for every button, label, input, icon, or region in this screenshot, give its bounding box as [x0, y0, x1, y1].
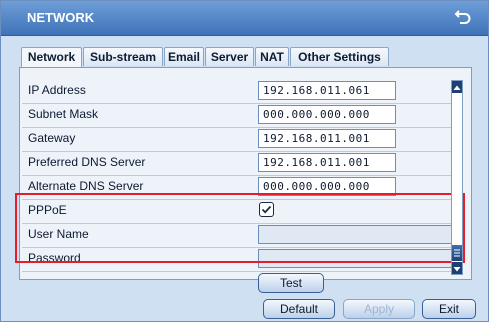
- tab-nat[interactable]: NAT: [255, 47, 289, 66]
- test-button[interactable]: Test: [258, 273, 324, 293]
- test-row: Test: [22, 271, 455, 295]
- tab-email[interactable]: Email: [164, 47, 204, 66]
- pppoe-highlight-box: [15, 193, 465, 263]
- preferred-dns-label: Preferred DNS Server: [28, 155, 146, 169]
- exit-button[interactable]: Exit: [422, 299, 476, 319]
- apply-button[interactable]: Apply: [343, 299, 415, 319]
- ip-address-label: IP Address: [28, 83, 86, 97]
- back-arrow-icon[interactable]: [454, 8, 472, 26]
- window-title: NETWORK: [27, 10, 95, 25]
- scroll-up-button[interactable]: [452, 81, 462, 93]
- scroll-thumb[interactable]: [452, 245, 462, 261]
- arrow-up-icon: [453, 85, 461, 90]
- subnet-mask-field[interactable]: 000.000.000.000: [258, 105, 396, 124]
- alternate-dns-label: Alternate DNS Server: [28, 179, 144, 193]
- title-bar: NETWORK: [1, 1, 488, 36]
- gateway-row: Gateway 192.168.011.001: [22, 127, 455, 152]
- subnet-mask-row: Subnet Mask 000.000.000.000: [22, 103, 455, 128]
- preferred-dns-field[interactable]: 192.168.011.001: [258, 153, 396, 172]
- tab-server[interactable]: Server: [205, 47, 254, 66]
- scroll-down-button[interactable]: [452, 262, 462, 274]
- tab-other-settings[interactable]: Other Settings: [290, 47, 389, 66]
- ip-address-row: IP Address 192.168.011.061: [22, 79, 455, 104]
- tab-network[interactable]: Network: [21, 47, 82, 68]
- arrow-down-icon: [453, 267, 461, 272]
- grip-icon: [454, 249, 460, 257]
- gateway-label: Gateway: [28, 131, 76, 145]
- preferred-dns-row: Preferred DNS Server 192.168.011.001: [22, 151, 455, 176]
- default-button[interactable]: Default: [263, 299, 335, 319]
- scrollbar[interactable]: [451, 80, 463, 275]
- ip-address-field[interactable]: 192.168.011.061: [258, 81, 396, 100]
- network-window: NETWORK Network Sub-stream Email Server …: [0, 0, 489, 322]
- tab-sub-stream[interactable]: Sub-stream: [83, 47, 163, 66]
- subnet-mask-label: Subnet Mask: [28, 107, 99, 121]
- gateway-field[interactable]: 192.168.011.001: [258, 129, 396, 148]
